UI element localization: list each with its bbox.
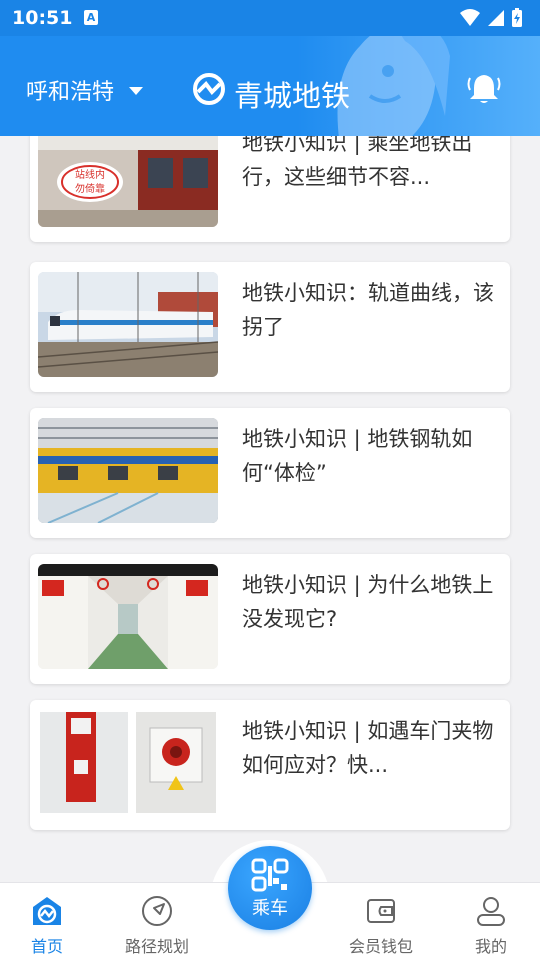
metro-logo-icon bbox=[193, 73, 225, 105]
tab-route-planning[interactable]: 路径规划 bbox=[107, 883, 207, 961]
city-selector[interactable]: 呼和浩特 bbox=[26, 74, 114, 106]
article-title: 地铁小知识：轨道曲线，该拐了 bbox=[242, 281, 494, 339]
tab-mine-label: 我的 bbox=[474, 937, 507, 956]
battery-icon bbox=[512, 8, 522, 27]
home-icon bbox=[33, 897, 61, 925]
tab-mine[interactable]: 我的 bbox=[441, 883, 540, 961]
article-title: 地铁小知识 | 地铁钢轨如何“体检” bbox=[242, 427, 473, 485]
bell-icon[interactable] bbox=[467, 72, 501, 106]
cellular-signal-icon bbox=[488, 10, 504, 26]
notification-a-icon: A bbox=[84, 10, 98, 25]
status-icons bbox=[460, 8, 522, 27]
article-thumbnail bbox=[38, 272, 218, 377]
ride-label: 乘车 bbox=[252, 898, 288, 919]
profile-icon bbox=[477, 897, 505, 926]
ride-qr-button[interactable]: 乘车 bbox=[228, 846, 312, 930]
status-bar: 10:51 A bbox=[0, 0, 540, 36]
svg-text:站线内: 站线内 bbox=[75, 168, 105, 181]
tab-home[interactable]: 首页 bbox=[0, 883, 97, 961]
wallet-icon bbox=[367, 899, 395, 923]
qr-code-icon bbox=[251, 858, 289, 892]
article-thumbnail bbox=[38, 418, 218, 523]
tab-wallet-label: 会员钱包 bbox=[348, 937, 413, 956]
article-title: 地铁小知识 | 乘坐地铁出行，这些细节不容... bbox=[242, 136, 473, 189]
chevron-down-icon[interactable] bbox=[128, 86, 144, 96]
article-title: 地铁小知识 | 为什么地铁上没发现它? bbox=[242, 573, 494, 631]
tab-route-label: 路径规划 bbox=[124, 937, 189, 956]
article-card[interactable]: 站线内 勿倚靠 地铁小知识 | 乘坐地铁出行，这些细节不容... bbox=[30, 136, 510, 242]
tab-member-wallet[interactable]: 会员钱包 bbox=[331, 883, 431, 961]
article-thumbnail: 站线内 勿倚靠 bbox=[38, 136, 218, 227]
article-card[interactable]: 地铁小知识 | 为什么地铁上没发现它? bbox=[30, 554, 510, 684]
article-card[interactable]: 地铁小知识 | 地铁钢轨如何“体检” bbox=[30, 408, 510, 538]
app-title: 青城地铁 bbox=[234, 79, 351, 113]
article-card[interactable]: 地铁小知识：轨道曲线，该拐了 bbox=[30, 262, 510, 392]
article-thumbnail bbox=[38, 564, 218, 669]
article-list[interactable]: 站线内 勿倚靠 地铁小知识 | 乘坐地铁出行，这些细节不容... 地铁小知识：轨… bbox=[0, 136, 540, 882]
article-thumbnail bbox=[38, 710, 218, 815]
status-time: 10:51 bbox=[12, 7, 73, 29]
navigation-arrow-icon bbox=[142, 896, 172, 926]
article-title: 地铁小知识 | 如遇车门夹物如何应对？快... bbox=[242, 719, 494, 777]
wifi-icon bbox=[460, 9, 480, 26]
article-card[interactable]: 地铁小知识 | 如遇车门夹物如何应对？快... bbox=[30, 700, 510, 830]
tab-home-label: 首页 bbox=[30, 937, 63, 956]
svg-text:勿倚靠: 勿倚靠 bbox=[75, 182, 105, 195]
app-header: 呼和浩特 青城地铁 bbox=[0, 36, 540, 136]
